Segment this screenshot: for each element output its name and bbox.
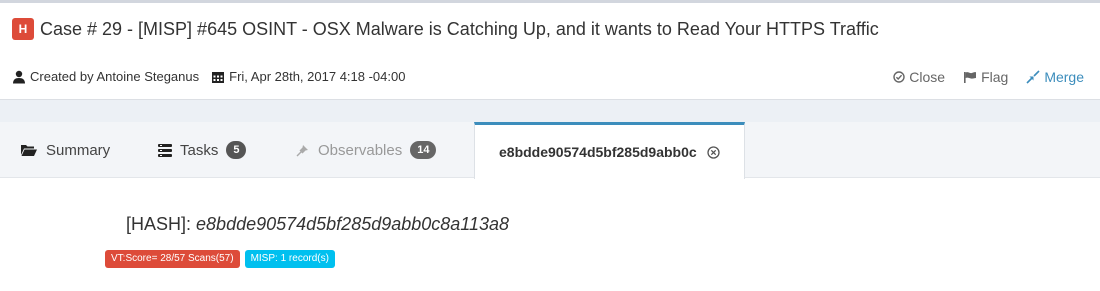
merge-icon — [1026, 70, 1040, 84]
tasks-count-badge: 5 — [226, 141, 247, 159]
tab-summary[interactable]: Summary — [20, 122, 110, 178]
tab-bar: Summary Tasks 5 Observables 14 e8bdde905… — [0, 122, 1100, 179]
tab-observables[interactable]: Observables 14 — [296, 122, 437, 178]
tab-observable-detail-label: e8bdde90574d5bf285d9abb0c — [499, 144, 697, 160]
calendar-icon — [211, 70, 225, 84]
case-meta: Created by Antoine Steganus Fri, Apr 28t… — [12, 69, 405, 84]
created-by-text: Created by Antoine Steganus — [30, 69, 200, 84]
vt-score-badge: VT:Score= 28/57 Scans(57) — [105, 250, 240, 268]
case-tabs-panel: Summary Tasks 5 Observables 14 e8bdde905… — [0, 122, 1100, 291]
merge-case-button[interactable]: Merge — [1026, 69, 1084, 85]
user-icon — [12, 70, 26, 84]
observables-count-badge: 14 — [410, 141, 437, 159]
observable-type: [HASH]: — [126, 214, 192, 234]
case-title-row: H Case # 29 - [MISP] #645 OSINT - OSX Ma… — [12, 18, 879, 40]
observable-heading: [HASH]: e8bdde90574d5bf285d9abb0c8a113a8 — [126, 214, 509, 235]
tab-summary-label: Summary — [46, 141, 111, 159]
close-circle-icon[interactable] — [707, 145, 720, 159]
flag-icon — [963, 71, 977, 83]
tab-observable-detail[interactable]: e8bdde90574d5bf285d9abb0c — [474, 122, 745, 179]
observable-badges: VT:Score= 28/57 Scans(57) MISP: 1 record… — [105, 250, 340, 268]
merge-label: Merge — [1044, 69, 1084, 85]
close-case-button[interactable]: Close — [893, 69, 945, 85]
tab-tasks[interactable]: Tasks 5 — [158, 122, 247, 178]
tasks-icon — [158, 143, 172, 157]
pin-icon — [296, 143, 310, 157]
close-label: Close — [909, 69, 946, 85]
folder-open-icon — [20, 143, 38, 157]
case-title: Case # 29 - [MISP] #645 OSINT - OSX Malw… — [40, 18, 879, 39]
check-circle-icon — [893, 71, 905, 83]
case-actions: Close Flag Merge — [875, 69, 1084, 85]
flag-label: Flag — [981, 69, 1009, 85]
case-header: H Case # 29 - [MISP] #645 OSINT - OSX Ma… — [0, 0, 1100, 100]
misp-badge: MISP: 1 record(s) — [244, 250, 335, 268]
created-date-text: Fri, Apr 28th, 2017 4:18 -04:00 — [229, 69, 406, 84]
flag-case-button[interactable]: Flag — [963, 69, 1008, 85]
tab-tasks-label: Tasks — [180, 141, 219, 159]
tab-observables-label: Observables — [318, 141, 403, 159]
observable-value: e8bdde90574d5bf285d9abb0c8a113a8 — [196, 214, 510, 234]
severity-badge: H — [12, 18, 34, 40]
